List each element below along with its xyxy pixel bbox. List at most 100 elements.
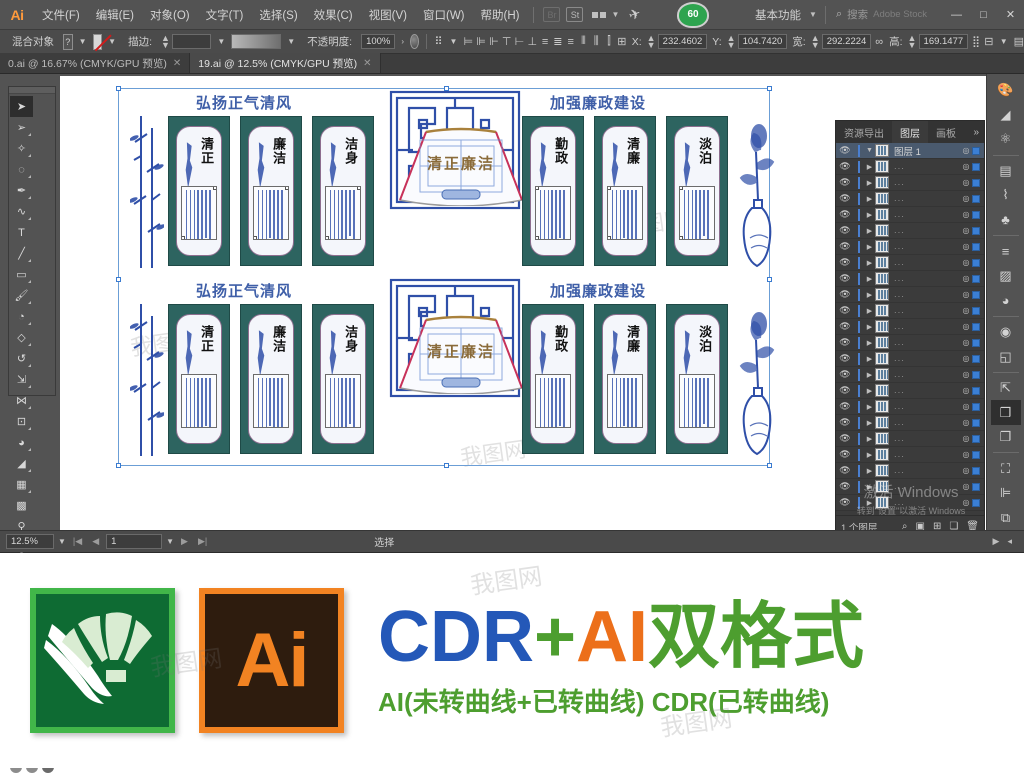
layer-row[interactable]: 👁 ▶... ◎ <box>836 303 984 319</box>
target-icon[interactable]: ◎ <box>960 274 972 283</box>
eye-icon[interactable]: 👁 <box>836 321 854 332</box>
doc-tab-0-close-icon[interactable]: ✕ <box>173 58 181 69</box>
lock-column[interactable] <box>854 416 864 429</box>
type-tool[interactable]: T <box>10 222 33 243</box>
layer-row[interactable]: 👁 ▶... ◎ <box>836 191 984 207</box>
chevron-right-icon[interactable]: ▶ <box>864 499 875 507</box>
menu-view[interactable]: 视图(V) <box>361 0 415 30</box>
lock-column[interactable] <box>854 496 864 509</box>
eye-icon[interactable]: 👁 <box>836 353 854 364</box>
stroke-swatch[interactable] <box>92 33 103 50</box>
target-icon[interactable]: ◎ <box>960 210 972 219</box>
fill-chevron-icon[interactable]: ▼ <box>79 37 87 46</box>
chevron-right-icon[interactable]: ▶ <box>864 163 875 171</box>
target-icon[interactable]: ◎ <box>960 146 972 155</box>
eye-icon[interactable]: 👁 <box>836 305 854 316</box>
target-icon[interactable]: ◎ <box>960 402 972 411</box>
lock-column[interactable] <box>854 336 864 349</box>
artboards-icon[interactable]: ❐ <box>991 425 1021 450</box>
target-icon[interactable]: ◎ <box>960 370 972 379</box>
lock-column[interactable] <box>854 304 864 317</box>
target-icon[interactable]: ◎ <box>960 338 972 347</box>
lock-column[interactable] <box>854 384 864 397</box>
lock-column[interactable] <box>854 480 864 493</box>
target-icon[interactable]: ◎ <box>960 386 972 395</box>
chevron-right-icon[interactable]: ▶ <box>864 179 875 187</box>
distribute-top-icon[interactable]: ≡ <box>540 33 550 51</box>
eye-icon[interactable]: 👁 <box>836 161 854 172</box>
eye-icon[interactable]: 👁 <box>836 433 854 444</box>
free-transform-tool[interactable]: ⊡ <box>10 411 33 432</box>
fill-swatch[interactable]: ? <box>63 33 73 50</box>
eye-icon[interactable]: 👁 <box>836 145 854 156</box>
eye-icon[interactable]: 👁 <box>836 369 854 380</box>
pen-tool[interactable]: ✒ <box>10 180 33 201</box>
lock-column[interactable] <box>854 160 864 173</box>
align-left-icon[interactable]: ⊨ <box>463 33 473 51</box>
layer-row[interactable]: 👁 ▶... ◎ <box>836 255 984 271</box>
panel-menu-icon[interactable]: » <box>968 121 984 143</box>
h-field[interactable]: 169.1477 <box>918 34 969 49</box>
width-tool[interactable]: ⋈ <box>10 390 33 411</box>
symbols-icon[interactable]: ⚛ <box>991 127 1021 152</box>
transparency-icon[interactable]: ◕ <box>991 288 1021 313</box>
doc-tab-1[interactable]: 19.ai @ 12.5% (CMYK/GPU 预览) ✕ <box>190 53 381 73</box>
bridge-icon[interactable]: Br <box>543 7 561 22</box>
layer-row[interactable]: 👁 ▶... ◎ <box>836 319 984 335</box>
eye-icon[interactable]: 👁 <box>836 337 854 348</box>
target-icon[interactable]: ◎ <box>960 242 972 251</box>
lock-column[interactable] <box>854 464 864 477</box>
target-icon[interactable]: ◎ <box>960 434 972 443</box>
chevron-right-icon[interactable]: ▶ <box>864 355 875 363</box>
lock-column[interactable] <box>854 192 864 205</box>
zoom-level-field[interactable]: 12.5% <box>6 534 54 549</box>
layer-row[interactable]: 👁 ▶... ◎ <box>836 207 984 223</box>
prev-page-icon[interactable]: ◀ <box>89 536 102 547</box>
target-icon[interactable]: ◎ <box>960 162 972 171</box>
stroke-weight-chevron-icon[interactable]: ▼ <box>217 37 225 46</box>
tab-asset-export[interactable]: 资源导出 <box>836 121 892 143</box>
lock-column[interactable] <box>854 448 864 461</box>
stroke-profile-chevron-icon[interactable]: ▼ <box>287 37 295 46</box>
eye-icon[interactable]: 👁 <box>836 465 854 476</box>
layer-row[interactable]: 👁 ▶... ◎ <box>836 415 984 431</box>
target-icon[interactable]: ◎ <box>960 290 972 299</box>
menu-select[interactable]: 选择(S) <box>251 0 305 30</box>
distribute-center-icon[interactable]: ⫼ <box>591 33 601 51</box>
chevron-right-icon[interactable]: ▶ <box>864 419 875 427</box>
close-button[interactable]: ✕ <box>997 2 1024 28</box>
line-segment-tool[interactable]: ╱ <box>10 243 33 264</box>
chevron-right-icon[interactable]: ▶ <box>864 403 875 411</box>
color-guide-icon[interactable]: ◢ <box>991 103 1021 128</box>
chevron-right-icon[interactable]: ▶ <box>864 307 875 315</box>
align-top-icon[interactable]: ⊤ <box>502 33 512 51</box>
shaper-tool[interactable]: ◔ <box>10 306 33 327</box>
layer-row[interactable]: 👁 ▶... ◎ <box>836 383 984 399</box>
chevron-right-icon[interactable]: ▶ <box>864 195 875 203</box>
target-icon[interactable]: ◎ <box>960 178 972 187</box>
layer-row[interactable]: 👁 ▶... ◎ <box>836 399 984 415</box>
opacity-field[interactable]: 100% <box>361 34 396 49</box>
transform-icon[interactable]: ⧉ <box>991 505 1021 530</box>
target-icon[interactable]: ◎ <box>960 354 972 363</box>
eye-icon[interactable]: 👁 <box>836 449 854 460</box>
eraser-tool[interactable]: ◇ <box>10 327 33 348</box>
lock-column[interactable] <box>854 400 864 413</box>
layer-row[interactable]: 👁 ▶... ◎ <box>836 335 984 351</box>
chevron-right-icon[interactable]: ▶ <box>864 323 875 331</box>
share-icon[interactable]: ✈ <box>627 5 644 25</box>
y-stepper[interactable]: ▲ ▼ <box>727 33 736 49</box>
mesh-tool[interactable]: ▦ <box>10 474 33 495</box>
chevron-right-icon[interactable]: ▶ <box>864 387 875 395</box>
distribute-middle-icon[interactable]: ≣ <box>553 33 563 51</box>
lock-column[interactable] <box>854 144 864 157</box>
chevron-right-icon[interactable]: ▶ <box>864 371 875 379</box>
menu-help[interactable]: 帮助(H) <box>473 0 528 30</box>
stock-search-box[interactable]: ⌕ 搜索 Adobe Stock <box>824 5 937 24</box>
target-icon[interactable]: ◎ <box>960 418 972 427</box>
select-similar-icon[interactable]: ⠿ <box>434 33 444 51</box>
status-expand-icon[interactable]: ▶ <box>993 536 1000 547</box>
eye-icon[interactable]: 👁 <box>836 193 854 204</box>
eye-icon[interactable]: 👁 <box>836 225 854 236</box>
chevron-right-icon[interactable]: ▶ <box>864 339 875 347</box>
